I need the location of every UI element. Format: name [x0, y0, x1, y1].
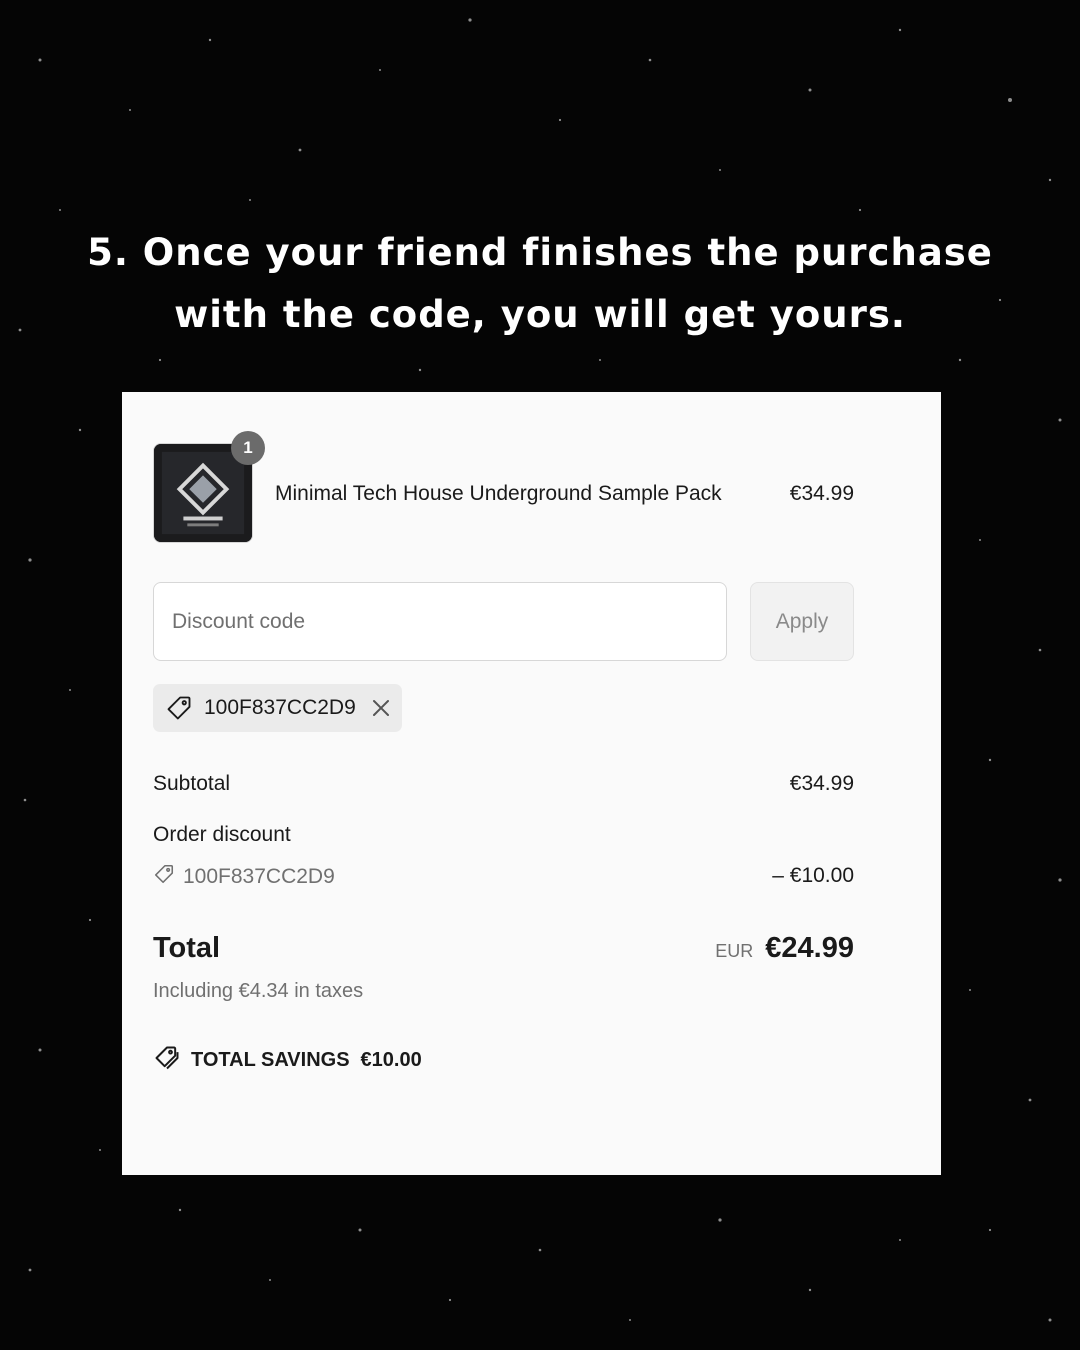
total-label: Total	[153, 932, 221, 964]
headline-line-1: 5. Once your friend finishes the purchas…	[87, 231, 993, 274]
applied-discount-chip: 100F837CC2D9	[153, 684, 402, 732]
discount-code-input[interactable]	[153, 582, 727, 661]
order-discount-value: – €10.00	[772, 864, 854, 887]
savings-value: €10.00	[360, 1049, 422, 1071]
order-discount-code: 100F837CC2D9	[183, 864, 335, 888]
total-currency: EUR	[715, 941, 754, 961]
checkout-summary-card: 1 Minimal Tech House Underground Sample …	[122, 392, 941, 1175]
tax-note: Including €4.34 in taxes	[153, 980, 364, 1002]
tag-icon	[165, 693, 195, 723]
product-price: €34.99	[789, 482, 854, 505]
subtotal-label: Subtotal	[153, 772, 231, 795]
product-name: Minimal Tech House Underground Sample Pa…	[275, 482, 722, 505]
savings-label: TOTAL SAVINGS	[191, 1049, 350, 1071]
order-discount-label: Order discount	[153, 823, 291, 846]
total-value: €24.99	[765, 932, 854, 964]
remove-discount-close-icon[interactable]	[368, 695, 394, 721]
apply-button[interactable]: Apply	[750, 582, 854, 661]
headline-line-2: with the code, you will get yours.	[174, 293, 906, 336]
headline: 5. Once your friend finishes the purchas…	[0, 222, 1080, 346]
total-amount: EUR €24.99	[715, 932, 854, 965]
applied-discount-code: 100F837CC2D9	[204, 696, 356, 719]
tag-icon	[153, 863, 175, 890]
subtotal-value: €34.99	[789, 772, 854, 795]
order-discount-code-row: 100F837CC2D9	[153, 863, 335, 890]
total-savings: TOTAL SAVINGS €10.00	[153, 1044, 422, 1077]
quantity-badge: 1	[231, 431, 265, 465]
savings-tags-icon	[153, 1044, 181, 1077]
